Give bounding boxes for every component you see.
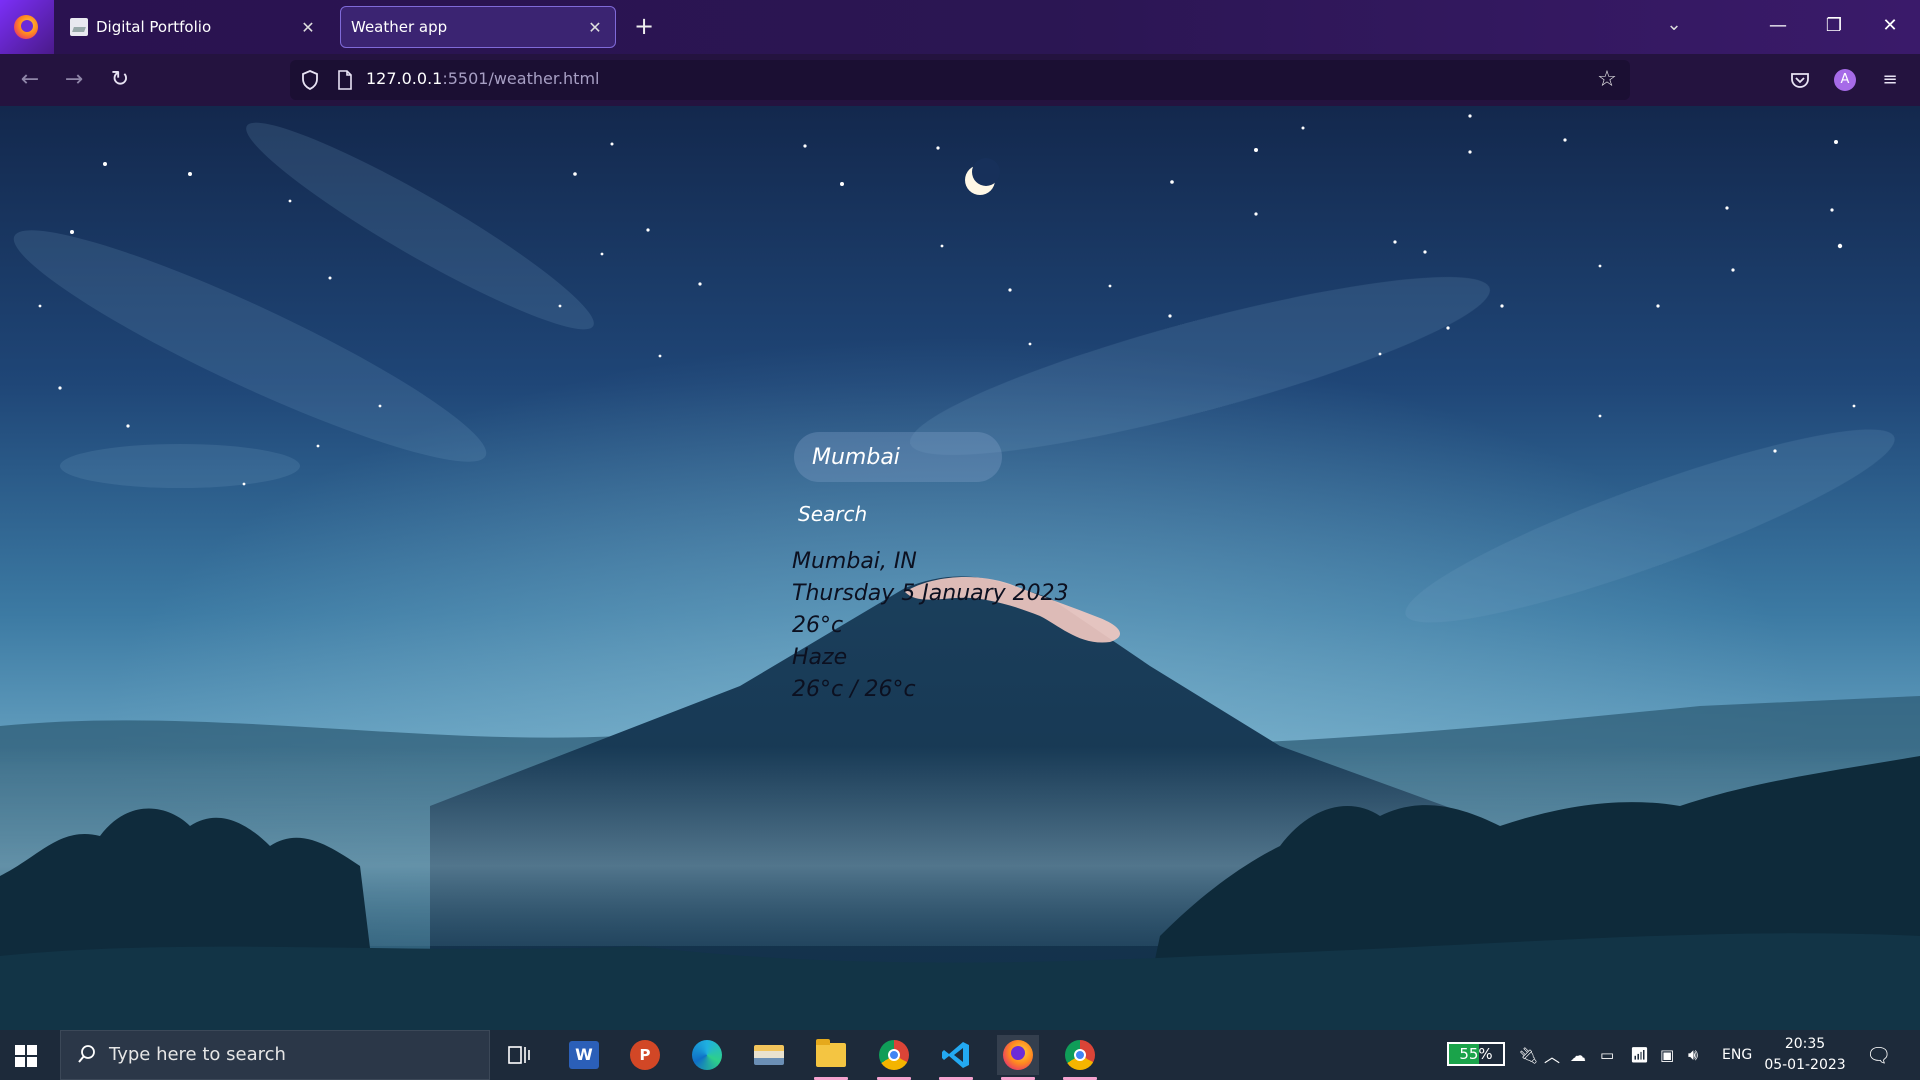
forward-arrow-icon[interactable]: → — [58, 66, 90, 94]
edge-browser-icon[interactable] — [686, 1035, 728, 1075]
chrome-profile-1-icon[interactable] — [873, 1035, 915, 1080]
browser-navigation-bar: ← → ↻ 127.0.0.1:5501/weather.html ☆ A ≡ — [0, 54, 1920, 106]
notification-center-icon[interactable]: 🗨︎ — [1866, 1030, 1891, 1080]
word-app-icon[interactable]: W — [563, 1035, 605, 1075]
clock-time: 20:35 — [1784, 1036, 1826, 1052]
pocket-icon[interactable] — [1786, 66, 1814, 94]
weather-app-page: Search Mumbai, IN Thursday 5 January 202… — [0, 106, 1920, 1030]
condition-label: Haze — [792, 645, 848, 670]
search-icon — [78, 1045, 95, 1063]
url-text[interactable]: 127.0.0.1:5501/weather.html — [366, 69, 599, 88]
tab-title: Digital Portfolio — [96, 18, 212, 36]
language-indicator[interactable]: ENG — [1722, 1030, 1752, 1080]
tab-weather-app[interactable]: Weather app ✕ — [340, 6, 616, 48]
windows-start-icon[interactable] — [14, 1044, 38, 1068]
hi-lo-label: 26°c / 26°c — [792, 677, 916, 702]
battery-indicator[interactable]: 55% — [1447, 1042, 1505, 1066]
task-view-icon[interactable] — [498, 1035, 540, 1075]
account-avatar-icon[interactable]: A — [1834, 69, 1856, 91]
firefox-taskbar-icon[interactable] — [997, 1035, 1039, 1080]
tab-close-icon[interactable]: ✕ — [296, 18, 320, 37]
page-favicon-icon — [70, 18, 88, 36]
windows-taskbar: Type here to search W P 55% 🔌︎ ︿ ☁ ▭ 📶︎ … — [0, 1030, 1920, 1080]
chrome-profile-2-icon[interactable] — [1059, 1035, 1101, 1080]
restore-icon[interactable]: ❐ — [1814, 10, 1854, 42]
wifi-icon[interactable]: 📶︎ — [1630, 1030, 1649, 1080]
browser-tab-bar: Digital Portfolio ✕ Weather app ✕ + ⌄ — … — [0, 0, 1920, 54]
power-plug-icon[interactable]: 🔌︎ — [1518, 1030, 1538, 1080]
powerpoint-app-icon[interactable]: P — [624, 1035, 666, 1075]
books-app-icon[interactable] — [748, 1035, 790, 1075]
battery-saver-icon[interactable]: ▭ — [1600, 1030, 1614, 1080]
url-path: :5501/weather.html — [442, 69, 600, 88]
minimize-icon[interactable]: — — [1758, 10, 1798, 42]
tab-title: Weather app — [351, 18, 448, 36]
hamburger-menu-icon[interactable]: ≡ — [1876, 66, 1904, 94]
battery-percent-label: 55% — [1459, 1045, 1493, 1063]
tab-close-icon[interactable]: ✕ — [583, 18, 607, 37]
address-bar[interactable]: 127.0.0.1:5501/weather.html ☆ — [290, 60, 1630, 100]
taskbar-search-box[interactable]: Type here to search — [60, 1030, 490, 1080]
list-all-tabs-chevron-icon[interactable]: ⌄ — [1660, 14, 1688, 40]
page-info-icon[interactable] — [336, 70, 354, 90]
onedrive-cloud-icon[interactable]: ☁ — [1570, 1030, 1586, 1080]
url-host: 127.0.0.1 — [366, 69, 443, 88]
meet-now-icon[interactable]: ▣ — [1660, 1030, 1674, 1080]
search-button[interactable]: Search — [792, 496, 873, 532]
firefox-menu-button[interactable] — [0, 0, 54, 54]
date-label: Thursday 5 January 2023 — [792, 581, 1069, 606]
new-tab-plus-icon[interactable]: + — [630, 12, 658, 40]
bookmark-star-icon[interactable]: ☆ — [1594, 67, 1620, 93]
reload-icon[interactable]: ↻ — [104, 66, 136, 94]
weather-result: Mumbai, IN Thursday 5 January 2023 26°c … — [792, 546, 1069, 706]
temperature-label: 26°c — [792, 613, 844, 638]
taskbar-search-placeholder: Type here to search — [109, 1044, 286, 1065]
back-arrow-icon[interactable]: ← — [14, 66, 46, 94]
tab-digital-portfolio[interactable]: Digital Portfolio ✕ — [58, 6, 328, 48]
tracking-shield-icon[interactable] — [298, 68, 322, 92]
firefox-logo-icon — [14, 15, 38, 39]
file-explorer-icon[interactable] — [810, 1035, 852, 1080]
close-window-icon[interactable]: ✕ — [1870, 10, 1910, 42]
show-hidden-icons-chevron-icon[interactable]: ︿ — [1544, 1030, 1560, 1080]
taskbar-clock[interactable]: 20:35 05-01-2023 — [1760, 1034, 1850, 1076]
location-label: Mumbai, IN — [792, 549, 917, 574]
vscode-icon[interactable] — [935, 1035, 977, 1080]
clock-date: 05-01-2023 — [1764, 1057, 1846, 1073]
city-search-input[interactable] — [794, 432, 1002, 482]
volume-icon[interactable]: 🔊︎ — [1688, 1030, 1698, 1080]
